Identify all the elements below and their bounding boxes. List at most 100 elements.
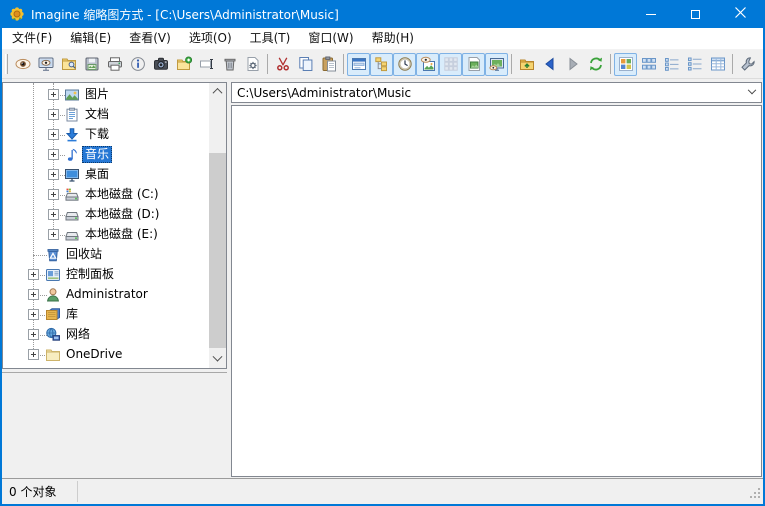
menu-window[interactable]: 窗口(W): [299, 28, 362, 49]
view-thumbnails-button[interactable]: [614, 53, 637, 76]
tree-item-drive-d[interactable]: 本地磁盘 (D:): [3, 205, 209, 225]
view-details-button[interactable]: [706, 53, 729, 76]
resize-grip-icon[interactable]: [749, 487, 762, 503]
address-path[interactable]: C:\Users\Administrator\Music: [232, 86, 743, 100]
expand-plus-icon[interactable]: [48, 129, 59, 140]
file-list-area[interactable]: [231, 105, 762, 477]
rename-button[interactable]: [195, 53, 218, 76]
address-bar-toggle-button[interactable]: [347, 53, 370, 76]
tree-item-label[interactable]: 图片: [82, 86, 112, 103]
scrollbar-track[interactable]: [209, 100, 226, 351]
tree-item-pictures[interactable]: 图片: [3, 85, 209, 105]
scrollbar-thumb[interactable]: [209, 153, 226, 348]
title-bar[interactable]: Imagine 缩略图方式 - [C:\Users\Administrator\…: [2, 0, 763, 28]
documents-icon: [64, 107, 80, 123]
fullscreen-view-button[interactable]: [34, 53, 57, 76]
tree-item-label[interactable]: 文档: [82, 106, 112, 123]
tree-item-label[interactable]: 本地磁盘 (D:): [82, 206, 162, 223]
info-button[interactable]: [126, 53, 149, 76]
tree-item-label[interactable]: 回收站: [63, 246, 105, 263]
image-pane-toggle-button[interactable]: [462, 53, 485, 76]
back-arrow-button[interactable]: [538, 53, 561, 76]
tree-item-music[interactable]: 音乐: [3, 145, 209, 165]
paste-clipboard-icon: [321, 56, 337, 72]
expand-plus-icon[interactable]: [48, 189, 59, 200]
address-dropdown-button[interactable]: [743, 90, 761, 96]
settings-wrench-icon: [740, 56, 756, 72]
cut-scissors-button[interactable]: [271, 53, 294, 76]
up-folder-button[interactable]: [515, 53, 538, 76]
forward-arrow-button[interactable]: [561, 53, 584, 76]
capture-camera-button[interactable]: [149, 53, 172, 76]
menu-view[interactable]: 查看(V): [120, 28, 180, 49]
scroll-down-button[interactable]: [209, 351, 226, 368]
tree-item-label[interactable]: 桌面: [82, 166, 112, 183]
menu-options[interactable]: 选项(O): [180, 28, 241, 49]
minimize-button[interactable]: [628, 0, 673, 28]
expand-plus-icon[interactable]: [48, 89, 59, 100]
view-small-buttons-icon[interactable]: [660, 53, 683, 76]
expand-plus-icon[interactable]: [48, 229, 59, 240]
thumbnail-pane-toggle-button[interactable]: [439, 53, 462, 76]
tree-scrollbar[interactable]: [209, 83, 226, 368]
expand-plus-icon[interactable]: [48, 209, 59, 220]
tree-item-libraries[interactable]: 库: [3, 305, 209, 325]
view-image-eye-button[interactable]: [11, 53, 34, 76]
new-folder-button[interactable]: [172, 53, 195, 76]
scroll-up-button[interactable]: [209, 83, 226, 100]
menu-tools[interactable]: 工具(T): [241, 28, 300, 49]
tree-item-documents[interactable]: 文档: [3, 105, 209, 125]
tree-item-network[interactable]: 网络: [3, 325, 209, 345]
tree-item-label[interactable]: 本地磁盘 (C:): [82, 186, 162, 203]
tree-item-onedrive[interactable]: OneDrive: [3, 345, 209, 365]
expand-plus-icon[interactable]: [28, 329, 39, 340]
batch-convert-gear-button[interactable]: [241, 53, 264, 76]
open-folder-button[interactable]: [57, 53, 80, 76]
expand-plus-icon[interactable]: [28, 269, 39, 280]
maximize-button[interactable]: [673, 0, 718, 28]
tree-item-label[interactable]: 下载: [82, 126, 112, 143]
toolbar-grip[interactable]: [5, 54, 8, 74]
menu-help[interactable]: 帮助(H): [363, 28, 423, 49]
expand-plus-icon[interactable]: [48, 169, 59, 180]
print-button[interactable]: [103, 53, 126, 76]
expand-plus-icon[interactable]: [28, 349, 39, 360]
refresh-button[interactable]: [584, 53, 607, 76]
tree-item-recycle-bin[interactable]: 回收站: [3, 245, 209, 265]
tree-item-drive-e[interactable]: 本地磁盘 (E:): [3, 225, 209, 245]
tree-item-label[interactable]: 音乐: [82, 146, 112, 163]
close-button[interactable]: [718, 0, 763, 28]
tree-item-label[interactable]: 网络: [63, 326, 93, 343]
view-image-eye-icon: [15, 56, 31, 72]
viewer-pane-toggle-button[interactable]: [485, 53, 508, 76]
expand-plus-icon[interactable]: [48, 109, 59, 120]
toolbar-separator: [511, 54, 512, 74]
tree-item-administrator[interactable]: Administrator: [3, 285, 209, 305]
view-large-buttons-icon[interactable]: [637, 53, 660, 76]
tree-item-drive-c[interactable]: 本地磁盘 (C:): [3, 185, 209, 205]
view-list-button[interactable]: [683, 53, 706, 76]
save-image-button[interactable]: [80, 53, 103, 76]
settings-wrench-button[interactable]: [736, 53, 759, 76]
menu-file[interactable]: 文件(F): [3, 28, 61, 49]
tree-item-downloads[interactable]: 下载: [3, 125, 209, 145]
delete-trash-button[interactable]: [218, 53, 241, 76]
tree-item-control-panel[interactable]: 控制面板: [3, 265, 209, 285]
copy-button[interactable]: [294, 53, 317, 76]
address-bar[interactable]: C:\Users\Administrator\Music: [231, 82, 762, 103]
preview-eye-toggle-button[interactable]: [416, 53, 439, 76]
tree-item-label[interactable]: 本地磁盘 (E:): [82, 226, 161, 243]
tree-item-desktop[interactable]: 桌面: [3, 165, 209, 185]
expand-plus-icon[interactable]: [28, 309, 39, 320]
expand-plus-icon[interactable]: [48, 149, 59, 160]
paste-clipboard-button[interactable]: [317, 53, 340, 76]
folder-tree-toggle-button[interactable]: [370, 53, 393, 76]
tree-item-label[interactable]: 控制面板: [63, 266, 117, 283]
menu-edit[interactable]: 编辑(E): [61, 28, 120, 49]
tree-item-label[interactable]: 库: [63, 306, 81, 323]
expand-plus-icon[interactable]: [28, 289, 39, 300]
tree-item-label[interactable]: OneDrive: [63, 346, 125, 363]
tree-item-label[interactable]: Administrator: [63, 286, 151, 303]
history-clock-toggle-button[interactable]: [393, 53, 416, 76]
history-clock-toggle-icon: [397, 56, 413, 72]
